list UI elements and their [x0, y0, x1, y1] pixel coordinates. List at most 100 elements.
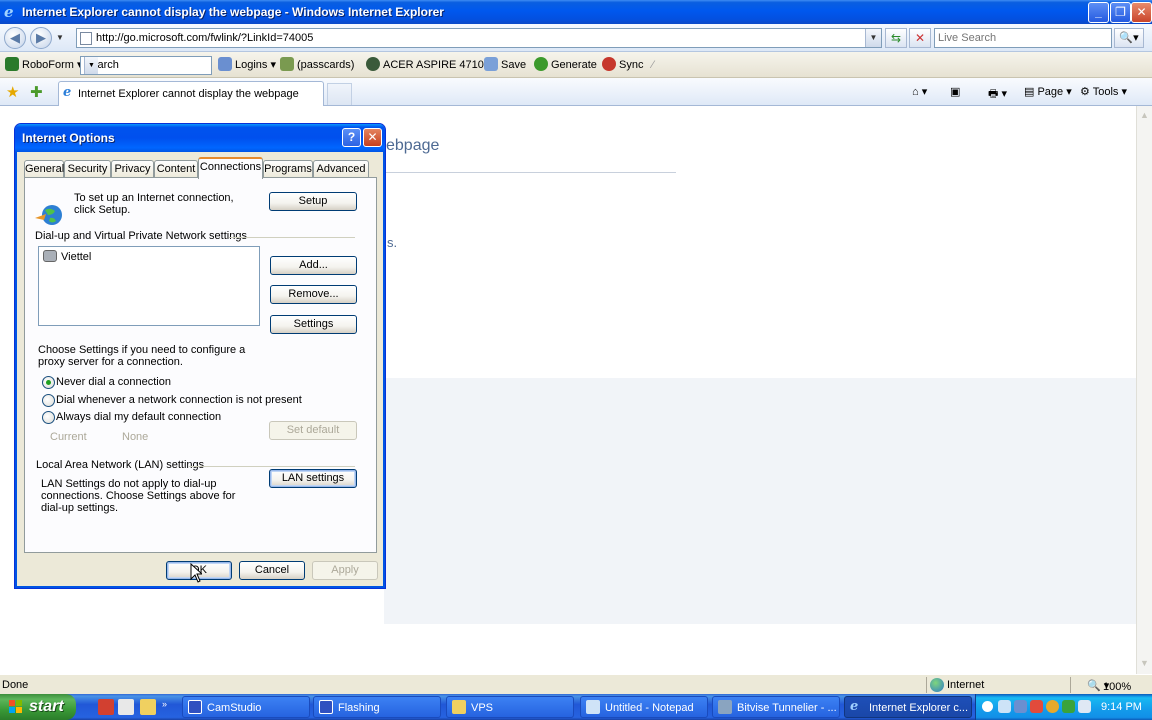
radio-always-dial[interactable] [42, 411, 55, 424]
logins-button[interactable]: Logins ▾ [218, 57, 276, 73]
recent-pages-dropdown[interactable]: ▼ [56, 33, 64, 43]
generate-button[interactable]: Generate [534, 57, 597, 73]
tab-connections[interactable]: Connections [198, 157, 263, 179]
tab-privacy[interactable]: Privacy [111, 160, 154, 178]
tray-security-icon[interactable] [1046, 700, 1059, 713]
address-toolbar: ◀ ▶ ▼ http://go.microsoft.com/fwlink/?Li… [0, 24, 1152, 52]
passcards-button[interactable]: (passcards) [280, 57, 354, 73]
internet-zone-icon [930, 678, 944, 692]
sync-icon [602, 57, 616, 71]
refresh-button[interactable]: ⇆ [885, 28, 907, 48]
cancel-button[interactable]: Cancel [239, 561, 305, 580]
scroll-up-icon[interactable]: ▲ [1139, 110, 1150, 120]
connection-item[interactable]: Viettel [43, 250, 91, 263]
zoom-value: 100% [1103, 681, 1132, 693]
tab-current[interactable]: e Internet Explorer cannot display the w… [58, 81, 324, 106]
connections-listbox[interactable]: Viettel [38, 246, 260, 326]
radio-dial-whenever[interactable] [42, 394, 55, 407]
quicklaunch-app-icon[interactable] [98, 699, 114, 715]
stop-button[interactable]: ✕ [909, 28, 931, 48]
page-menu[interactable]: ▤ Page ▾ [1024, 85, 1072, 98]
task-vps[interactable]: VPS [446, 696, 574, 718]
roboform-menu[interactable]: RoboForm ▾ [5, 57, 83, 73]
tray-volume-icon[interactable] [1078, 700, 1091, 713]
dialog-body: General Security Privacy Content Connect… [18, 152, 382, 586]
setup-button[interactable]: Setup [269, 192, 357, 211]
tab-advanced[interactable]: Advanced [313, 160, 369, 178]
sync-button[interactable]: Sync [602, 57, 643, 73]
back-button[interactable]: ◀ [4, 27, 26, 49]
tab-programs[interactable]: Programs [263, 160, 313, 178]
quicklaunch-expand-icon[interactable]: » [162, 699, 172, 715]
address-field[interactable]: http://go.microsoft.com/fwlink/?LinkId=7… [76, 28, 882, 48]
logins-label: Logins [235, 59, 268, 71]
dialog-titlebar[interactable]: Internet Options ? ✕ [15, 124, 385, 152]
task-notepad[interactable]: Untitled - Notepad [580, 696, 708, 718]
identity-button[interactable]: ACER ASPIRE 4710 [366, 57, 484, 73]
home-icon[interactable]: ⌂ ▾ [912, 85, 927, 98]
tray-antivirus-icon[interactable] [1030, 700, 1043, 713]
status-text: Done [2, 679, 29, 691]
remove-connection-button[interactable]: Remove... [270, 285, 357, 304]
favorites-star-icon[interactable]: ★ [6, 83, 19, 101]
identity-label: ACER ASPIRE 4710 [383, 59, 484, 71]
address-dropdown[interactable]: ▼ [865, 29, 881, 47]
url-text: http://go.microsoft.com/fwlink/?LinkId=7… [96, 32, 314, 44]
quicklaunch-folder-icon[interactable] [140, 699, 156, 715]
tools-menu[interactable]: ⚙ Tools ▾ [1080, 85, 1127, 98]
minimize-button[interactable]: _ [1088, 2, 1109, 23]
roboform-search-field[interactable]: Search ▼ [80, 56, 212, 75]
dialog-close-button[interactable]: ✕ [363, 128, 382, 147]
feeds-icon[interactable]: ▣ [950, 85, 960, 98]
window-titlebar[interactable]: e Internet Explorer cannot display the w… [0, 0, 1152, 24]
set-default-button[interactable]: Set default [269, 421, 357, 440]
roboform-search-dropdown[interactable]: ▼ [84, 57, 98, 74]
zoom-label: 🔍 100% ▾ [1087, 680, 1132, 693]
tray-network-icon[interactable] [998, 700, 1011, 713]
restore-button[interactable]: ❐ [1110, 2, 1131, 23]
tray-app-icon[interactable] [1014, 700, 1027, 713]
tab-general[interactable]: General [24, 160, 64, 178]
tray-expand-icon[interactable] [982, 701, 993, 712]
close-window-button[interactable]: ✕ [1131, 2, 1152, 23]
search-go-button[interactable]: 🔍▾ [1114, 28, 1144, 48]
forward-button[interactable]: ▶ [30, 27, 52, 49]
roboform-options-icon[interactable]: ⁄ [652, 57, 654, 73]
task-label: Flashing [338, 702, 380, 714]
task-flashing[interactable]: Flashing [313, 696, 441, 718]
lan-settings-button[interactable]: LAN settings [269, 469, 357, 488]
lan-group-header: Local Area Network (LAN) settings [36, 459, 205, 471]
task-label: CamStudio [207, 702, 262, 714]
help-button[interactable]: ? [342, 128, 361, 147]
add-connection-button[interactable]: Add... [270, 256, 357, 275]
add-favorites-icon[interactable]: ✚ [30, 83, 43, 101]
tab-security[interactable]: Security [64, 160, 111, 178]
tray-roboform-icon[interactable] [1062, 700, 1075, 713]
apply-button[interactable]: Apply [312, 561, 378, 580]
system-tray: 9:14 PM [975, 694, 1152, 720]
task-internet-explorer[interactable]: e Internet Explorer c... [844, 696, 972, 718]
connection-settings-button[interactable]: Settings [270, 315, 357, 334]
tools-menu-label: Tools [1092, 86, 1119, 98]
tab-ie-icon: e [63, 85, 72, 100]
new-tab-button[interactable] [327, 83, 352, 105]
zone-label: Internet [947, 679, 985, 691]
live-search-input[interactable] [938, 30, 1108, 46]
page-icon [80, 32, 92, 45]
page-text-fragment: s. [387, 235, 398, 250]
live-search-box[interactable] [934, 28, 1112, 48]
radio-never-dial[interactable] [42, 376, 55, 389]
start-button[interactable]: start [0, 694, 76, 720]
save-button[interactable]: Save [484, 57, 526, 73]
clock[interactable]: 9:14 PM [1101, 701, 1142, 713]
vertical-scrollbar[interactable]: ▲ ▼ [1136, 106, 1152, 674]
scroll-down-icon[interactable]: ▼ [1139, 658, 1150, 668]
quicklaunch-doc-icon[interactable] [118, 699, 134, 715]
sync-label: Sync [619, 59, 644, 71]
print-icon[interactable]: 🖶 ▾ [988, 85, 1007, 104]
zoom-control[interactable]: 🔍 100% ▾ [1070, 677, 1152, 693]
security-zone[interactable]: Internet [926, 677, 1066, 693]
task-bitvise[interactable]: Bitvise Tunnelier - ... [712, 696, 840, 718]
tab-content[interactable]: Content [154, 160, 198, 178]
task-camstudio[interactable]: CamStudio [182, 696, 310, 718]
